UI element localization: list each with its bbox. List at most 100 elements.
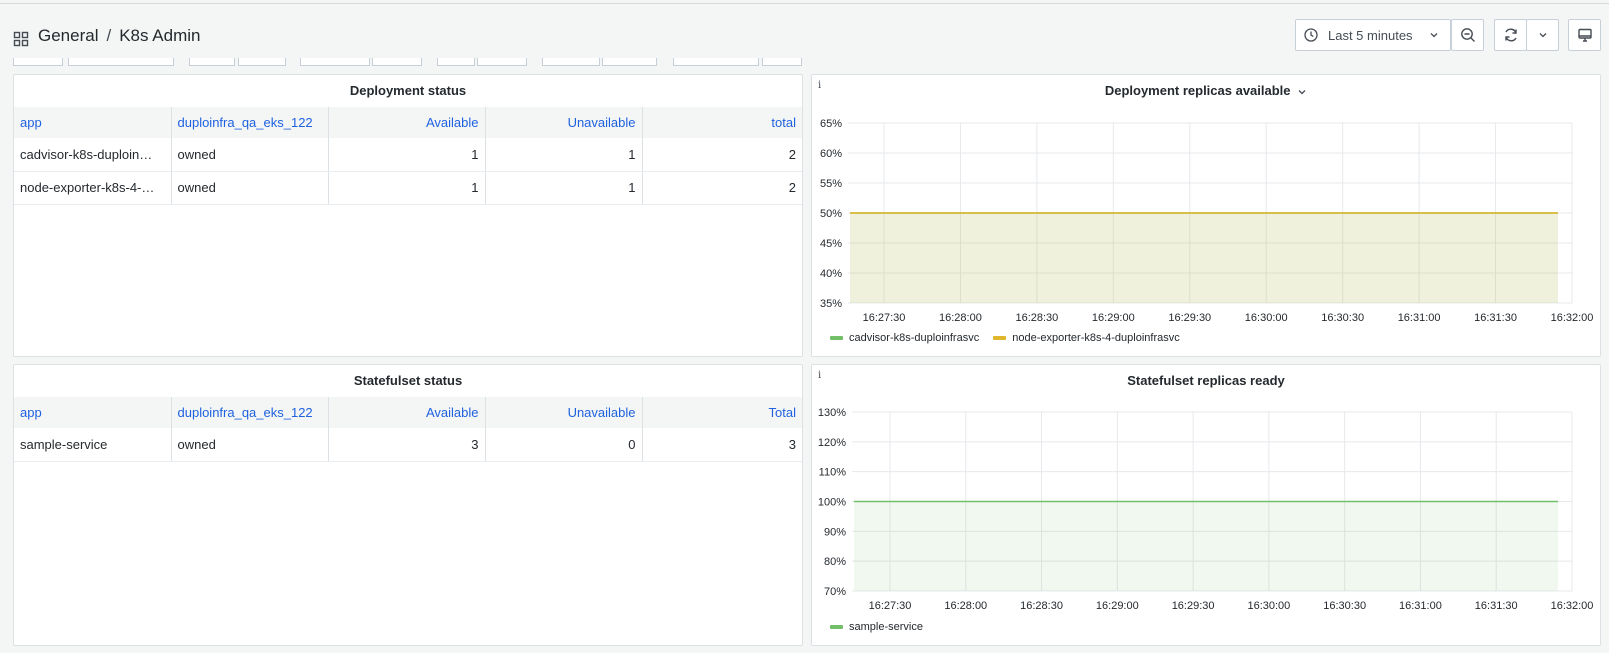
statefulset-status-panel: Statefulset status app duploinfra_qa_eks…: [13, 364, 803, 646]
table-cell: cadvisor-k8s-duploin…: [14, 138, 172, 172]
x-tick-label: 16:30:30: [1323, 600, 1366, 612]
time-range-picker[interactable]: Last 5 minutes: [1295, 19, 1451, 51]
time-range-label: Last 5 minutes: [1328, 27, 1413, 43]
table-row: cadvisor-k8s-duploin… owned 1 1 2: [14, 138, 802, 172]
tv-mode-icon: [1577, 28, 1592, 42]
y-tick-label: 40%: [820, 268, 842, 280]
table-cell: 1: [328, 171, 486, 205]
y-tick-label: 100%: [818, 497, 846, 509]
column-header-total[interactable]: Total: [642, 397, 802, 428]
y-tick-label: 70%: [824, 586, 846, 598]
tv-mode-button[interactable]: [1568, 19, 1601, 51]
x-tick-label: 16:30:00: [1247, 600, 1290, 612]
legend-item[interactable]: node-exporter-k8s-4-duploinfrasvc: [1012, 332, 1180, 344]
variable-control[interactable]: [372, 58, 422, 66]
zoom-out-icon: [1460, 28, 1475, 42]
breadcrumb-dashboard[interactable]: K8s Admin: [119, 26, 200, 46]
breadcrumb-separator: /: [106, 26, 112, 45]
variable-control[interactable]: [542, 58, 600, 66]
column-header-cluster[interactable]: duploinfra_qa_eks_122: [171, 107, 329, 138]
x-tick-label: 16:29:00: [1096, 600, 1139, 612]
table-cell: 3: [642, 428, 802, 462]
legend-item[interactable]: sample-service: [849, 621, 923, 633]
x-tick-label: 16:28:00: [939, 312, 982, 324]
zoom-out-button[interactable]: [1451, 19, 1484, 51]
y-tick-label: 130%: [818, 407, 846, 419]
variable-control[interactable]: [189, 58, 235, 66]
x-tick-label: 16:30:30: [1321, 312, 1364, 324]
legend-swatch: [993, 336, 1007, 340]
chart-legend: cadvisor-k8s-duploinfrasvc node-exporter-…: [830, 332, 1180, 344]
table-cell: node-exporter-k8s-4-…: [14, 171, 172, 205]
table-cell: 2: [642, 171, 802, 205]
chevron-down-icon: [1430, 33, 1438, 38]
y-tick-label: 90%: [824, 526, 846, 538]
y-tick-label: 55%: [820, 178, 842, 190]
deployment-status-panel: Deployment status app duploinfra_qa_eks_…: [13, 74, 803, 357]
x-tick-label: 16:31:00: [1399, 600, 1442, 612]
table-cell: 0: [485, 428, 643, 462]
x-tick-label: 16:29:30: [1172, 600, 1215, 612]
variable-control[interactable]: [602, 58, 657, 66]
x-tick-label: 16:32:00: [1551, 600, 1594, 612]
dashboard-grid-icon: [13, 31, 29, 47]
y-tick-label: 110%: [819, 467, 847, 479]
variable-control[interactable]: [437, 58, 475, 66]
refresh-button[interactable]: [1494, 19, 1527, 51]
column-header-unavailable[interactable]: Unavailable: [485, 107, 643, 138]
column-header-available[interactable]: Available: [328, 397, 486, 428]
column-header-app[interactable]: app: [14, 397, 172, 428]
y-tick-label: 120%: [818, 437, 846, 449]
table-cell: 1: [328, 138, 486, 172]
variable-control[interactable]: [477, 58, 527, 66]
table-cell: 2: [642, 138, 802, 172]
column-header-total[interactable]: total: [642, 107, 802, 138]
variable-control[interactable]: [300, 58, 370, 66]
panel-title[interactable]: Deployment status: [14, 83, 802, 98]
x-tick-label: 16:29:00: [1092, 312, 1135, 324]
x-tick-label: 16:28:00: [944, 600, 987, 612]
variable-control[interactable]: [13, 58, 63, 66]
chart-legend: sample-service: [830, 621, 923, 633]
statefulset-replicas-chart: 130% 120% 110% 100% 90% 80% 70% 16:27:30 16:28:0…: [818, 407, 1594, 612]
refresh-icon: [1504, 28, 1517, 42]
x-tick-label: 16:28:30: [1020, 600, 1063, 612]
y-tick-label: 45%: [820, 238, 842, 250]
x-tick-label: 16:28:30: [1015, 312, 1058, 324]
table-cell: 1: [485, 171, 643, 205]
legend-item[interactable]: cadvisor-k8s-duploinfrasvc: [849, 332, 979, 344]
series-area: [854, 501, 1558, 591]
x-tick-label: 16:27:30: [869, 600, 912, 612]
clock-icon: [1304, 28, 1318, 42]
variable-control[interactable]: [238, 58, 286, 66]
statefulset-replicas-panel: i Statefulset replicas ready 130% 120% 110…: [811, 364, 1601, 646]
chevron-down-icon: [1539, 33, 1546, 38]
table-cell: owned: [171, 428, 329, 462]
column-header-available[interactable]: Available: [328, 107, 486, 138]
series-area: [850, 213, 1558, 303]
x-tick-label: 16:31:30: [1475, 600, 1518, 612]
y-tick-label: 65%: [820, 118, 842, 130]
deployment-status-table: app duploinfra_qa_eks_122 Available Unav…: [14, 107, 802, 205]
breadcrumb-folder[interactable]: General: [38, 26, 98, 46]
x-tick-label: 16:31:30: [1474, 312, 1517, 324]
table-cell: owned: [171, 138, 329, 172]
x-tick-label: 16:31:00: [1398, 312, 1441, 324]
legend-swatch: [830, 336, 843, 340]
x-tick-label: 16:29:30: [1168, 312, 1211, 324]
breadcrumb: General / K8s Admin: [38, 26, 200, 46]
x-tick-label: 16:27:30: [863, 312, 906, 324]
variable-control[interactable]: [673, 58, 759, 66]
column-header-unavailable[interactable]: Unavailable: [485, 397, 643, 428]
table-cell: 3: [328, 428, 486, 462]
deployment-replicas-chart: 65% 60% 55% 50% 45% 40% 35% 16:27:30 16:28:00 16:…: [820, 118, 1593, 324]
variable-control[interactable]: [762, 58, 802, 66]
table-cell: owned: [171, 171, 329, 205]
panel-title[interactable]: Statefulset status: [14, 373, 802, 388]
column-header-cluster[interactable]: duploinfra_qa_eks_122: [171, 397, 329, 428]
y-tick-label: 35%: [820, 298, 842, 310]
column-header-app[interactable]: app: [14, 107, 172, 138]
refresh-interval-menu[interactable]: [1526, 19, 1559, 51]
legend-swatch: [830, 625, 843, 629]
variable-control[interactable]: [68, 58, 174, 66]
